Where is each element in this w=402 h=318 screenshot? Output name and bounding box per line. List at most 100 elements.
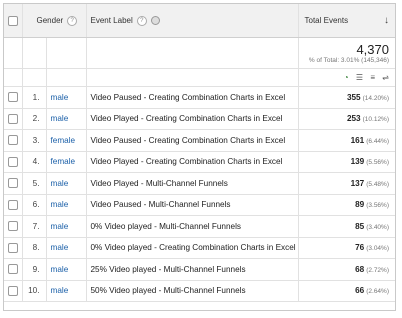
event-label-cell: Video Paused - Creating Combination Char… — [86, 129, 299, 152]
total-events-value: 66 — [355, 286, 365, 296]
total-events-percent: (2.64%) — [366, 288, 389, 296]
row-index: 10. — [22, 280, 47, 302]
total-events-percent: (3.40%) — [366, 223, 389, 231]
event-label-cell: Video Played - Creating Combination Char… — [86, 151, 299, 173]
total-events-cell: 139 (5.56%) — [298, 151, 395, 173]
total-events-value: 355 — [346, 92, 361, 102]
table-row: 6. male Video Paused - Multi-Channel Funne… — [4, 194, 395, 216]
summary-total-value: 4,370 — [356, 42, 389, 57]
total-events-percent: (2.72%) — [366, 266, 389, 274]
pivot-icon[interactable]: ⇌ — [382, 73, 389, 82]
total-events-percent: (6.44%) — [366, 137, 389, 145]
row-select-cell — [4, 172, 23, 195]
total-events-value: 253 — [346, 114, 361, 124]
row-checkbox[interactable] — [7, 178, 18, 189]
event-label-cell: Video Paused - Multi-Channel Funnels — [86, 194, 299, 216]
total-events-value: 89 — [355, 200, 365, 210]
gender-link[interactable]: male — [46, 280, 87, 302]
table-row: 3. female Video Paused - Creating Combinat… — [4, 129, 395, 152]
row-index: 7. — [22, 215, 47, 238]
total-events-header-label: Total Events — [304, 16, 349, 25]
total-events-cell: 137 (5.48%) — [298, 172, 395, 195]
total-events-column-header[interactable]: Total Events ↓ — [298, 4, 395, 38]
select-all-cell — [4, 4, 23, 38]
row-select-cell — [4, 215, 23, 238]
table-row: 4. female Video Played - Creating Combinat… — [4, 151, 395, 173]
comparison-icon[interactable]: ≡ — [370, 73, 375, 82]
report-table-frame: Gender? Event Label? Total Events ↓ 4,37… — [3, 3, 396, 311]
row-index: 1. — [22, 86, 47, 109]
table-row: 10. male 50% Video played - Multi-Channel … — [4, 280, 395, 302]
sort-descending-icon[interactable]: ↓ — [384, 15, 389, 26]
event-label-cell: Video Played - Creating Combination Char… — [86, 108, 299, 130]
row-select-cell — [4, 258, 23, 281]
gender-link[interactable]: male — [46, 172, 87, 195]
total-events-value: 139 — [350, 157, 365, 167]
table-row: 9. male 25% Video played - Multi-Channel F… — [4, 258, 395, 281]
summary-row: 4,370 % of Total: 3.01% (145,346) — [4, 37, 395, 69]
row-checkbox[interactable] — [7, 156, 18, 167]
event-label-cell: 0% Video played - Creating Combination C… — [86, 237, 299, 259]
row-checkbox[interactable] — [7, 92, 18, 103]
row-checkbox[interactable] — [7, 199, 18, 210]
table-body: 1. male Video Paused - Creating Combinatio… — [4, 86, 395, 302]
bar-chart-icon[interactable]: ☰ — [356, 73, 363, 82]
table-row: 2. male Video Played - Creating Combinatio… — [4, 108, 395, 130]
row-checkbox[interactable] — [7, 113, 18, 124]
total-events-percent: (10.12%) — [362, 116, 389, 124]
event-label-cell: 50% Video played - Multi-Channel Funnels — [86, 280, 299, 302]
gender-link[interactable]: female — [46, 129, 87, 152]
row-checkbox[interactable] — [7, 264, 18, 275]
total-events-value: 85 — [355, 221, 365, 231]
event-label-column-header[interactable]: Event Label? — [86, 4, 299, 38]
row-checkbox[interactable] — [7, 242, 18, 253]
summary-total-percent: % of Total: 3.01% (145,346) — [308, 57, 389, 64]
row-index: 2. — [22, 108, 47, 130]
total-events-cell: 355 (14.20%) — [298, 86, 395, 109]
row-select-cell — [4, 151, 23, 173]
row-select-cell — [4, 108, 23, 130]
gender-link[interactable]: female — [46, 151, 87, 173]
total-events-cell: 66 (2.64%) — [298, 280, 395, 302]
gender-link[interactable]: male — [46, 237, 87, 259]
help-icon[interactable]: ? — [136, 15, 147, 26]
row-checkbox[interactable] — [7, 135, 18, 146]
row-index: 5. — [22, 172, 47, 195]
total-events-cell: 85 (3.40%) — [298, 215, 395, 238]
table-row: 5. male Video Played - Multi-Channel Funne… — [4, 172, 395, 195]
total-events-cell: 161 (6.44%) — [298, 129, 395, 152]
row-select-cell — [4, 237, 23, 259]
row-index: 3. — [22, 129, 47, 152]
total-events-percent: (14.20%) — [362, 94, 389, 102]
total-events-value: 161 — [350, 135, 365, 145]
row-select-cell — [4, 280, 23, 302]
event-label-header-label: Event Label — [90, 15, 133, 25]
gender-link[interactable]: male — [46, 108, 87, 130]
view-tools-row: ◔ ☰ ≡ ⇌ — [4, 68, 395, 87]
total-events-value: 68 — [355, 264, 365, 274]
row-select-cell — [4, 86, 23, 109]
row-select-cell — [4, 194, 23, 216]
event-label-cell: 0% Video played - Multi-Channel Funnels — [86, 215, 299, 238]
row-index: 6. — [22, 194, 47, 216]
summary-total-cell: 4,370 % of Total: 3.01% (145,346) — [298, 37, 395, 69]
total-events-cell: 89 (3.56%) — [298, 194, 395, 216]
total-events-cell: 76 (3.04%) — [298, 237, 395, 259]
row-checkbox[interactable] — [7, 285, 18, 296]
total-events-percent: (3.56%) — [366, 202, 389, 210]
pie-chart-icon[interactable]: ◔ — [344, 73, 349, 82]
total-events-percent: (5.56%) — [366, 159, 389, 167]
row-index: 8. — [22, 237, 47, 259]
gender-link[interactable]: male — [46, 215, 87, 238]
remove-dimension-icon[interactable] — [150, 16, 160, 25]
help-icon[interactable]: ? — [67, 15, 78, 26]
gender-link[interactable]: male — [46, 258, 87, 281]
total-events-value: 137 — [350, 178, 365, 188]
event-label-cell: Video Played - Multi-Channel Funnels — [86, 172, 299, 195]
gender-link[interactable]: male — [46, 86, 87, 109]
select-all-checkbox[interactable] — [7, 15, 18, 26]
gender-link[interactable]: male — [46, 194, 87, 216]
gender-column-header[interactable]: Gender? — [22, 4, 87, 38]
row-checkbox[interactable] — [7, 221, 18, 232]
report-table: Gender? Event Label? Total Events ↓ 4,37… — [4, 4, 395, 302]
